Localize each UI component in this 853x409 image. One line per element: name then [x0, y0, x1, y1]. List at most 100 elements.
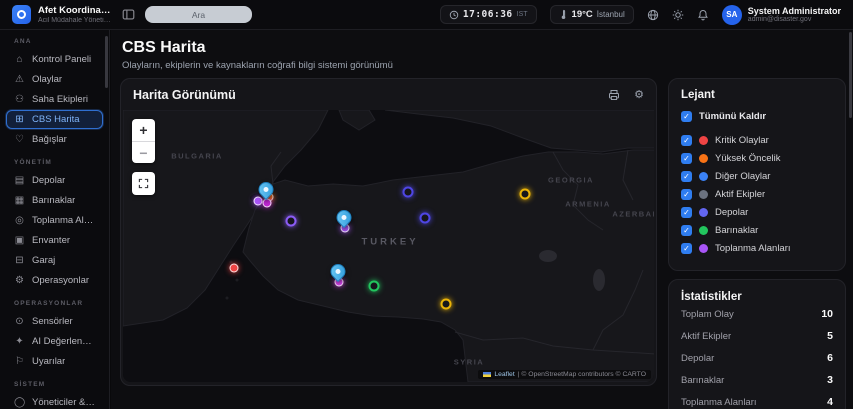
user-name: System Administrator — [748, 6, 841, 16]
sidebar-item-label: Bağışlar — [32, 134, 67, 145]
checkbox-checked-icon[interactable]: ✓ — [681, 189, 692, 200]
map-marker[interactable] — [441, 299, 452, 310]
statistic-value: 5 — [827, 330, 833, 342]
statistic-row: Toplam Olay 10 — [681, 303, 833, 325]
weather-pill: 19°C İstanbul — [550, 5, 634, 24]
alert-triangle-icon: ⚠ — [14, 75, 25, 85]
checkbox-checked-icon[interactable]: ✓ — [681, 225, 692, 236]
assembly-point-icon: ◎ — [14, 216, 25, 226]
language-globe-icon[interactable] — [647, 9, 659, 21]
app-brand: Afet Koordinasyon Platformu Acil Müdahal… — [0, 5, 112, 24]
page-subtitle: Olayların, ekiplerin ve kaynakların coğr… — [122, 60, 853, 71]
statistic-label: Toplam Olay — [681, 309, 734, 320]
map-canvas[interactable]: BULGARIATURKEYGEORGIAARMENIAAZERBAIJANSY… — [123, 110, 654, 382]
sensor-icon: ⊙ — [14, 317, 25, 327]
sidebar-item-operasyonlar[interactable]: ⚙Operasyonlar — [6, 271, 103, 290]
legend-row[interactable]: ✓ Aktif Ekipler — [681, 187, 833, 203]
legend-row[interactable]: ✓ Diğer Olaylar — [681, 169, 833, 185]
map-marker[interactable] — [369, 281, 380, 292]
statistic-value: 10 — [821, 308, 833, 320]
sidebar-item-label: Saha Ekipleri — [32, 94, 88, 105]
map-marker[interactable] — [520, 189, 531, 200]
statistic-value: 6 — [827, 352, 833, 364]
statistic-value: 4 — [827, 396, 833, 408]
legend-item-label: Aktif Ekipler — [715, 189, 765, 200]
map-marker[interactable] — [286, 216, 297, 227]
fullscreen-button[interactable] — [132, 172, 155, 195]
legend-toggle-all[interactable]: ✓ Tümünü Kaldır — [681, 111, 833, 122]
theme-sun-icon[interactable] — [672, 9, 684, 21]
legend-row[interactable]: ✓ Yüksek Öncelik — [681, 151, 833, 167]
print-icon[interactable] — [608, 89, 620, 101]
sidebar-item-ai-degerlendirme[interactable]: ✦AI Değerlendirme — [6, 332, 103, 351]
sidebar-item-barinaklar[interactable]: ▦Barınaklar — [6, 191, 103, 210]
sidebar-item-label: Barınaklar — [32, 195, 75, 206]
legend-toggle-all-label: Tümünü Kaldır — [699, 111, 766, 122]
topbar: Afet Koordinasyon Platformu Acil Müdahal… — [0, 0, 853, 30]
sidebar-item-sensorler[interactable]: ⊙ Sensörler — [6, 312, 103, 331]
sidebar-item-envanter[interactable]: ▣Envanter — [6, 231, 103, 250]
sidebar-item-label: Sensörler — [32, 316, 73, 327]
sidebar-item-depolar[interactable]: ▤Depolar — [6, 171, 103, 190]
zoom-out-button[interactable]: − — [132, 141, 155, 163]
map-country-label: AZERBAIJAN — [612, 210, 654, 219]
sidebar-item-garaj[interactable]: ⊟Garaj — [6, 251, 103, 270]
user-menu[interactable]: SA System Administrator admin@disaster.g… — [722, 5, 841, 25]
home-icon: ⌂ — [14, 55, 25, 65]
checkbox-checked-icon[interactable]: ✓ — [681, 171, 692, 182]
legend-item-label: Toplanma Alanları — [715, 243, 791, 254]
sidebar-item-olaylar[interactable]: ⚠Olaylar — [6, 70, 103, 89]
bell-icon: ⚐ — [14, 357, 25, 367]
map-marker[interactable] — [230, 264, 239, 273]
user-avatar[interactable]: SA — [722, 5, 742, 25]
weather-city: İstanbul — [597, 10, 625, 19]
page-title: CBS Harita — [122, 39, 853, 57]
legend-row[interactable]: ✓ Kritik Olaylar — [681, 133, 833, 149]
legend-row[interactable]: ✓ Depolar — [681, 205, 833, 221]
zoom-in-button[interactable]: + — [132, 119, 155, 141]
map-marker[interactable] — [263, 199, 272, 208]
sidebar-item-uyarilar[interactable]: ⚐Uyarılar — [6, 352, 103, 371]
sidebar-section-label: SİSTEM — [14, 381, 103, 388]
search-input[interactable]: Ara — [145, 6, 252, 23]
legend-row[interactable]: ✓ Toplanma Alanları — [681, 241, 833, 257]
legend-row[interactable]: ✓ Barınaklar — [681, 223, 833, 239]
app-subtitle: Acil Müdahale Yönetim Sistemi — [38, 17, 112, 24]
sidebar-item-toplanma-alanlari[interactable]: ◎Toplanma Alanları — [6, 211, 103, 230]
sidebar-item-label: Depolar — [32, 175, 65, 186]
legend-color-dot — [699, 226, 708, 235]
page-scrollbar[interactable] — [849, 32, 852, 118]
notifications-bell-icon[interactable] — [697, 9, 709, 21]
clock-timezone: IST — [517, 11, 528, 18]
checkbox-checked-icon[interactable]: ✓ — [681, 153, 692, 164]
map-marker[interactable] — [403, 187, 414, 198]
leaflet-link[interactable]: Leaflet — [494, 371, 514, 378]
checkbox-checked-icon[interactable]: ✓ — [681, 207, 692, 218]
sidebar-item-bagislar[interactable]: ♡Bağışlar — [6, 130, 103, 149]
sidebar-item-kontrol-paneli[interactable]: ⌂Kontrol Paneli — [6, 50, 103, 69]
time-pill: 17:06:36 IST — [440, 5, 537, 24]
settings-gear-icon[interactable]: ⚙ — [634, 88, 644, 101]
checkbox-checked-icon[interactable]: ✓ — [681, 111, 692, 122]
sidebar-scrollbar[interactable] — [105, 36, 108, 88]
sidebar-toggle-icon[interactable] — [122, 8, 135, 21]
checkbox-checked-icon[interactable]: ✓ — [681, 243, 692, 254]
legend-item-label: Diğer Olaylar — [715, 171, 770, 182]
map-marker[interactable] — [420, 213, 431, 224]
checkbox-checked-icon[interactable]: ✓ — [681, 135, 692, 146]
legend-item-label: Barınaklar — [715, 225, 758, 236]
map-marker[interactable] — [254, 197, 263, 206]
map-country-label: GEORGIA — [548, 176, 594, 185]
sidebar-item-label: Operasyonlar — [32, 275, 89, 286]
map-panel: Harita Görünümü ⚙ — [120, 78, 657, 386]
search-placeholder: Ara — [192, 10, 205, 20]
legend-color-dot — [699, 208, 708, 217]
sidebar-item-cbs-harita[interactable]: ⊞CBS Harita — [6, 110, 103, 129]
statistic-label: Toplanma Alanları — [681, 397, 757, 408]
legend-color-dot — [699, 136, 708, 145]
map-country-label: BULGARIA — [171, 152, 223, 161]
sidebar-item-saha-ekipleri[interactable]: ⚇Saha Ekipleri — [6, 90, 103, 109]
sidebar-item-yoneticiler-roller[interactable]: ◯Yöneticiler & Roller — [6, 393, 103, 409]
app-title: Afet Koordinasyon Platformu — [38, 5, 112, 16]
legend-color-dot — [699, 190, 708, 199]
